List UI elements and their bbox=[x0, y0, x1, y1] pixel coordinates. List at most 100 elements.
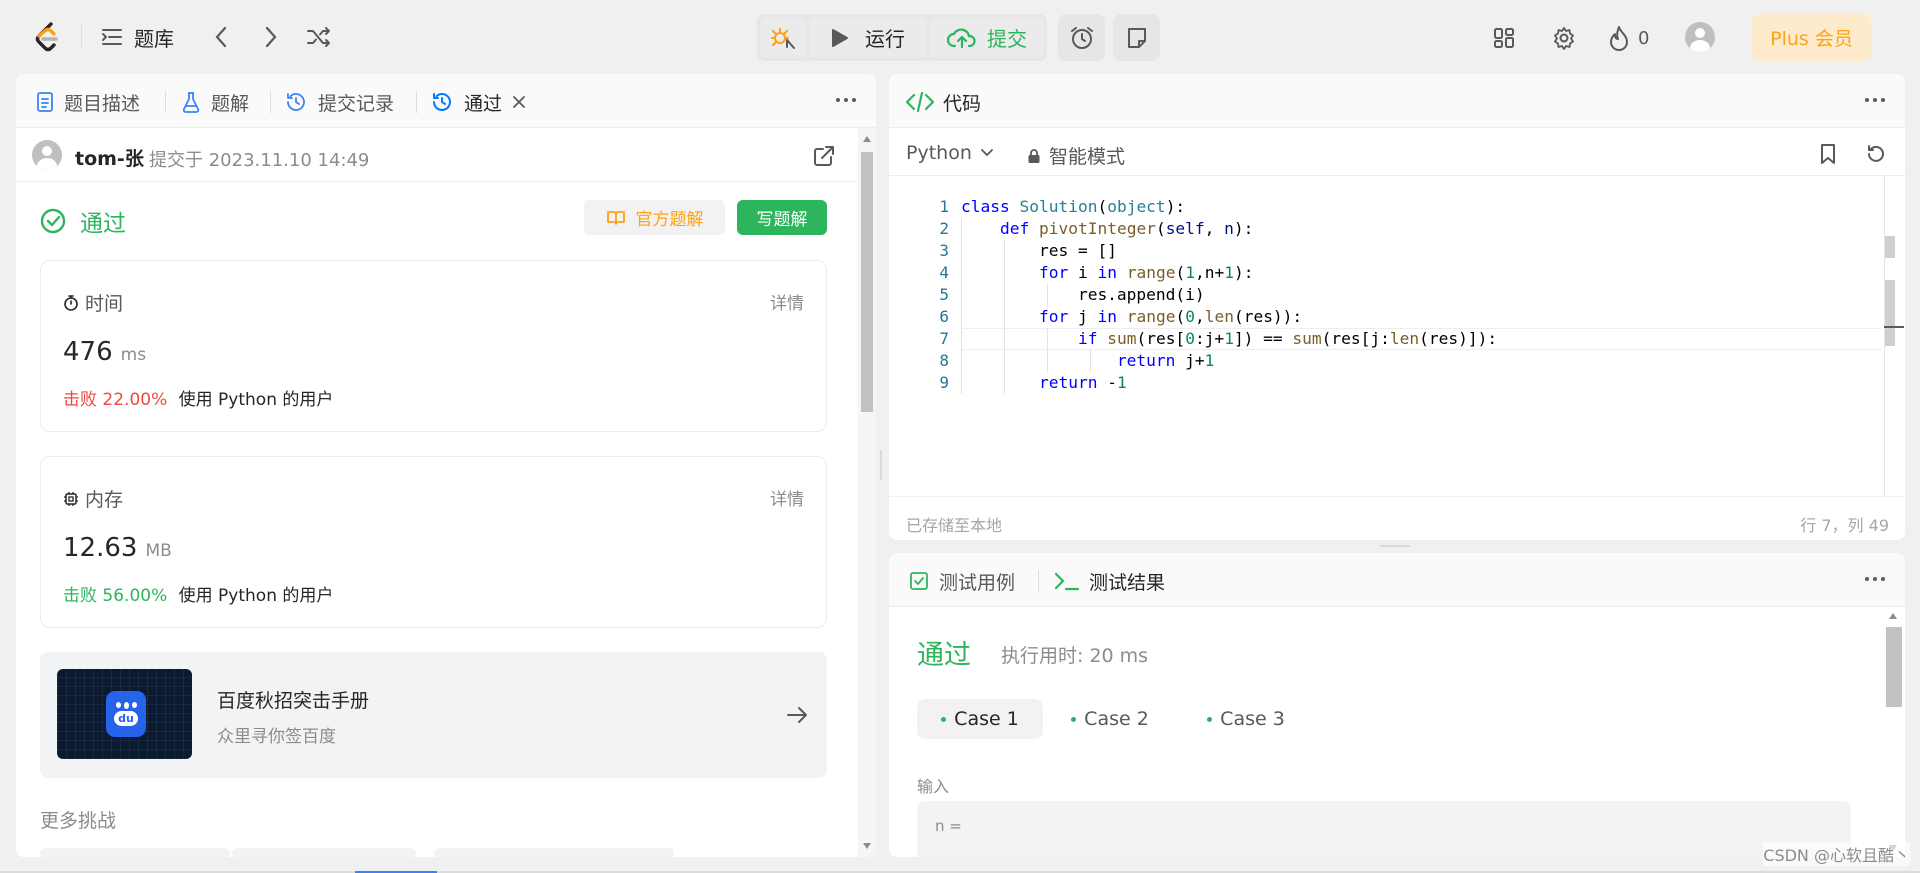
code-editor[interactable]: class Solution(object): def pivotInteger… bbox=[961, 196, 1497, 394]
overview-ruler-mark bbox=[1885, 236, 1895, 258]
line-number: 5 bbox=[939, 285, 949, 304]
submit-button[interactable]: 提交 bbox=[930, 17, 1044, 58]
history-icon bbox=[287, 93, 305, 111]
memory-detail-link[interactable]: 详情 bbox=[770, 485, 804, 510]
tab-submissions[interactable]: 提交记录 bbox=[284, 88, 394, 116]
submit-label: 提交 bbox=[987, 27, 1027, 51]
code-line: if sum(res[0:j+1]) == sum(res[j:len(res)… bbox=[1077, 329, 1498, 348]
left-scroll-thumb[interactable] bbox=[861, 152, 873, 412]
case-pass-dot bbox=[1207, 716, 1213, 722]
case-tab-1[interactable]: Case 1 bbox=[917, 699, 1043, 739]
streak-counter[interactable]: 0 bbox=[1608, 24, 1649, 52]
challenge-chip[interactable] bbox=[40, 848, 230, 857]
test-scroll-thumb[interactable] bbox=[1886, 627, 1902, 707]
memory-beat-suffix: 使用 Python 的用户 bbox=[178, 586, 334, 606]
runtime-card[interactable]: 时间 详情 476 ms 击败 22.00% 使用 Python 的用户 bbox=[40, 260, 827, 432]
bug-icon bbox=[771, 27, 795, 49]
input-box[interactable]: n = bbox=[917, 801, 1851, 857]
note-icon bbox=[1127, 27, 1146, 48]
bookmark-button[interactable] bbox=[1815, 140, 1841, 168]
more-menu-icon[interactable] bbox=[1865, 577, 1885, 581]
memory-beat-row: 击败 56.00% 使用 Python 的用户 bbox=[63, 581, 333, 606]
notes-button[interactable] bbox=[1113, 14, 1160, 61]
streak-count: 0 bbox=[1638, 27, 1650, 49]
code-line: res = [] bbox=[961, 241, 1117, 260]
tab-description[interactable]: 题目描述 bbox=[36, 88, 140, 116]
code-line: return -1 bbox=[1038, 373, 1127, 392]
chevron-left-icon bbox=[215, 26, 227, 48]
plus-member-button[interactable]: Plus 会员 bbox=[1752, 14, 1871, 61]
language-select[interactable]: Python bbox=[906, 142, 994, 164]
ad-card[interactable]: du 百度秋招突击手册 众里寻你签百度 bbox=[40, 652, 827, 778]
tab-accepted[interactable]: 通过 bbox=[430, 88, 526, 116]
runtime-detail-link[interactable]: 详情 bbox=[770, 289, 804, 314]
scroll-down-icon[interactable] bbox=[863, 843, 871, 849]
problem-list-button[interactable]: 题库 bbox=[100, 22, 174, 52]
tab-code[interactable]: 代码 bbox=[905, 88, 981, 116]
check-circle-icon bbox=[40, 208, 66, 234]
memory-card[interactable]: 内存 详情 12.63 MB 击败 56.00% 使用 Python 的用户 bbox=[40, 456, 827, 628]
tab-solutions[interactable]: 题解 bbox=[181, 88, 249, 116]
memory-title-row: 内存 bbox=[63, 485, 123, 512]
settings-button[interactable] bbox=[1550, 24, 1578, 52]
baidu-logo-text: du bbox=[114, 711, 138, 726]
runtime-value-row: 476 ms bbox=[63, 337, 146, 367]
leetcode-logo-icon[interactable] bbox=[30, 20, 64, 54]
status-row: 通过 bbox=[40, 204, 126, 238]
timer-button[interactable] bbox=[1058, 14, 1105, 61]
runtime-unit: ms bbox=[120, 345, 147, 365]
test-scrollbar[interactable] bbox=[1883, 607, 1903, 857]
line-number: 2 bbox=[939, 219, 949, 238]
tab-testcases[interactable]: 测试用例 bbox=[909, 567, 1015, 595]
code-tab-bar: 代码 bbox=[889, 74, 1905, 128]
language-label: Python bbox=[906, 142, 972, 164]
run-button[interactable]: 运行 bbox=[809, 17, 927, 58]
case-tab-2[interactable]: Case 2 bbox=[1055, 699, 1165, 739]
open-external-button[interactable] bbox=[810, 142, 838, 170]
panel-resize-handle[interactable] bbox=[880, 450, 882, 480]
avatar-body bbox=[1690, 40, 1710, 52]
layout-button[interactable] bbox=[1490, 24, 1518, 52]
tab-testcases-label: 测试用例 bbox=[939, 571, 1016, 594]
divider bbox=[81, 25, 82, 49]
next-problem-button[interactable] bbox=[258, 24, 284, 50]
close-icon[interactable] bbox=[512, 95, 526, 109]
prev-problem-button[interactable] bbox=[208, 24, 234, 50]
history-icon bbox=[433, 93, 451, 111]
case-tab-label: Case 2 bbox=[1084, 708, 1149, 730]
more-menu-icon[interactable] bbox=[836, 98, 856, 102]
debug-button[interactable] bbox=[760, 17, 806, 58]
avatar[interactable] bbox=[1685, 22, 1715, 52]
ad-subtitle: 众里寻你签百度 bbox=[217, 727, 336, 747]
lock-icon bbox=[1028, 148, 1040, 163]
random-problem-button[interactable] bbox=[304, 24, 334, 50]
left-tab-bar: 题目描述 题解 提交记录 通过 bbox=[16, 74, 876, 128]
write-solution-button[interactable]: 写题解 bbox=[737, 200, 827, 235]
input-variable: n = bbox=[935, 817, 962, 835]
submitter-name[interactable]: tom-张 bbox=[75, 144, 144, 171]
case-tab-3[interactable]: Case 3 bbox=[1191, 699, 1301, 739]
scroll-up-icon[interactable] bbox=[863, 136, 871, 142]
submitter-avatar[interactable] bbox=[32, 140, 62, 170]
smart-mode-label: 智能模式 bbox=[1049, 146, 1126, 168]
tab-test-result[interactable]: 测试结果 bbox=[1053, 567, 1165, 595]
bookmark-icon bbox=[1821, 144, 1835, 164]
official-solution-button[interactable]: 官方题解 bbox=[584, 200, 725, 235]
line-number: 7 bbox=[939, 329, 949, 348]
challenge-chip[interactable] bbox=[232, 848, 416, 857]
cloud-upload-icon bbox=[947, 27, 976, 48]
book-icon bbox=[606, 210, 625, 225]
chevron-right-icon bbox=[265, 26, 277, 48]
scroll-up-icon[interactable] bbox=[1889, 613, 1897, 619]
official-solution-label: 官方题解 bbox=[635, 210, 704, 230]
smart-mode-toggle[interactable]: 智能模式 bbox=[1027, 142, 1125, 169]
problem-list-label: 题库 bbox=[134, 26, 174, 51]
panel-resize-handle[interactable] bbox=[1380, 545, 1410, 547]
code-line: res.append(i) bbox=[961, 285, 1205, 304]
stopwatch-icon bbox=[64, 294, 78, 311]
reset-code-button[interactable] bbox=[1863, 140, 1889, 168]
challenge-chip[interactable] bbox=[434, 848, 674, 857]
save-status: 已存储至本地 bbox=[906, 516, 1003, 535]
more-menu-icon[interactable] bbox=[1865, 98, 1885, 102]
left-scrollbar[interactable] bbox=[858, 128, 876, 857]
